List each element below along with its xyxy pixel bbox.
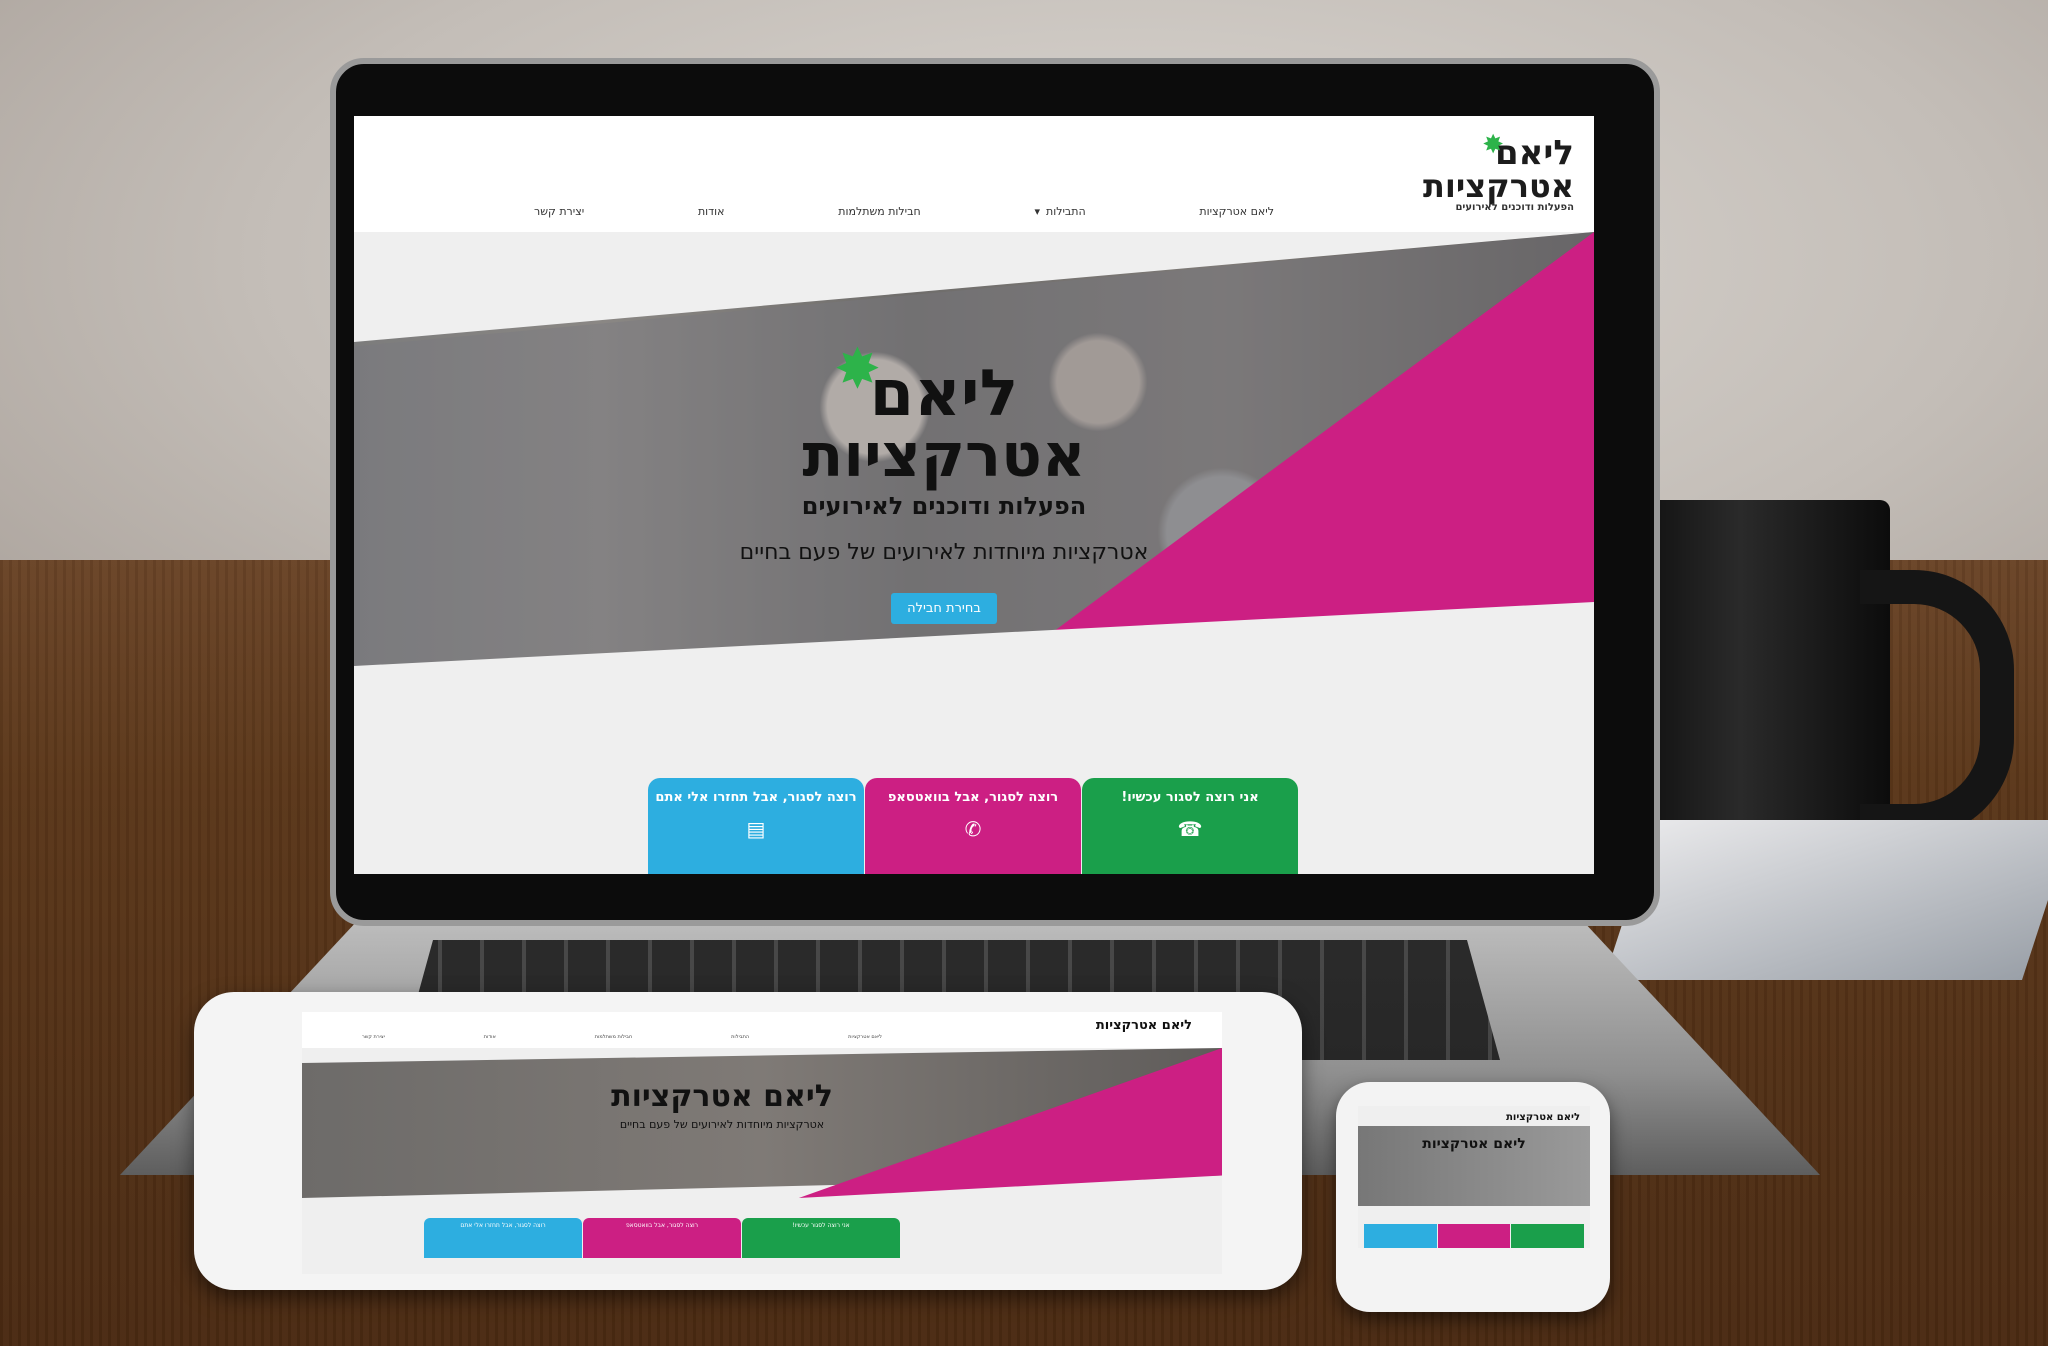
tablet-nav-item[interactable]: ליאם אטרקציות [848, 1034, 882, 1040]
site-header: ✸ ליאם אטרקציות הפעלות ודוכנים לאירועים … [354, 116, 1594, 232]
tablet-call-now-cta[interactable]: אני רוצה לסגור עכשיו! [742, 1218, 900, 1258]
phone-screen: ליאם אטרקציות ליאם אטרקציות [1358, 1106, 1590, 1248]
whatsapp-icon: ✆ [964, 817, 982, 841]
site-logo[interactable]: ✸ ליאם אטרקציות הפעלות ודוכנים לאירועים [1422, 130, 1574, 221]
nav-item-home[interactable]: ליאם אטרקציות [1199, 196, 1274, 226]
whatsapp-cta-label: רוצה לסגור, אבל בוואטסאפ [887, 790, 1059, 805]
logo-line2: אטרקציות [1422, 167, 1574, 205]
tablet-nav-item[interactable]: חבילות משתלמות [595, 1034, 632, 1040]
whatsapp-cta-button[interactable]: רוצה לסגור, אבל בוואטסאפ ✆ [865, 778, 1081, 874]
call-now-cta-label: אני רוצה לסגור עכשיו! [1121, 790, 1259, 805]
magazine [1604, 820, 2048, 980]
tablet-callback-cta[interactable]: רוצה לסגור, אבל תחזרו אלי אתם [424, 1218, 582, 1258]
tablet-screen: ליאם אטרקציות ליאם אטרקציות התבילות חביל… [302, 1012, 1222, 1274]
callback-cta-button[interactable]: רוצה לסגור, אבל תחזרו אלי אתם ▤ [648, 778, 864, 874]
tablet-nav-item[interactable]: אודות [484, 1034, 496, 1040]
tablet-header: ליאם אטרקציות ליאם אטרקציות התבילות חביל… [302, 1012, 1222, 1048]
hero-subtitle: אטרקציות מיוחדות לאירועים של פעם בחיים [739, 540, 1149, 565]
hero-content: ליאם אטרקציות הפעלות ודוכנים לאירועים אט… [684, 362, 1204, 624]
mug-handle [1860, 570, 2014, 838]
tablet-logo[interactable]: ליאם אטרקציות [1096, 1018, 1192, 1033]
hero-logo-line1: ליאם [869, 357, 1019, 431]
logo-star-icon: ✸ [1482, 130, 1504, 160]
tablet-cta-row: רוצה לסגור, אבל תחזרו אלי אתם רוצה לסגור… [424, 1218, 904, 1258]
choose-package-button[interactable]: בחירת חבילה [891, 593, 997, 624]
tablet-nav: ליאם אטרקציות התבילות חבילות משתלמות אוד… [362, 1034, 882, 1040]
main-nav: ליאם אטרקציות התבילות ▾ חבילות משתלמות או… [354, 196, 1414, 226]
tablet-hero-subtitle: אטרקציות מיוחדות לאירועים של פעם בחיים [619, 1118, 825, 1131]
phone-callback-cta[interactable] [1364, 1224, 1437, 1248]
hero-logo-line2: אטרקציות [802, 421, 1086, 491]
nav-item-packages[interactable]: התבילות ▾ [1034, 196, 1085, 226]
chevron-down-icon: ▾ [1034, 204, 1040, 218]
hero-section: ✸ ליאם אטרקציות הפעלות ודוכנים לאירועים … [354, 232, 1594, 762]
phone-call-now-cta[interactable] [1511, 1224, 1585, 1248]
form-icon: ▤ [746, 817, 766, 841]
laptop-screen: ✸ ליאם אטרקציות הפעלות ודוכנים לאירועים … [354, 116, 1594, 874]
nav-item-contact[interactable]: יצירת קשר [534, 196, 584, 226]
tablet-whatsapp-cta[interactable]: רוצה לסגור, אבל בוואטסאפ [583, 1218, 741, 1258]
hero-tagline: הפעלות ודוכנים לאירועים [801, 492, 1087, 520]
phone-logo[interactable]: ליאם אטרקציות [1506, 1112, 1580, 1123]
callback-cta-label: רוצה לסגור, אבל תחזרו אלי אתם [655, 790, 857, 805]
phone-whatsapp-cta[interactable] [1437, 1224, 1511, 1248]
tablet-nav-item[interactable]: יצירת קשר [362, 1034, 385, 1040]
nav-item-deals[interactable]: חבילות משתלמות [838, 196, 920, 226]
nav-item-about[interactable]: אודות [698, 196, 725, 226]
tablet-hero-logo: ליאם אטרקציות [611, 1079, 833, 1114]
phone-icon: ☎ [1177, 817, 1203, 841]
phone-cta-row [1364, 1224, 1585, 1248]
tablet-hero-text: ליאם אטרקציות אטרקציות מיוחדות לאירועים … [572, 1079, 872, 1132]
tablet-nav-item[interactable]: התבילות [731, 1034, 749, 1040]
cta-row: רוצה לסגור, אבל תחזרו אלי אתם ▤ רוצה לסג… [648, 778, 1298, 874]
phone-hero-text: ליאם אטרקציות [1422, 1136, 1526, 1152]
call-now-cta-button[interactable]: אני רוצה לסגור עכשיו! ☎ [1082, 778, 1298, 874]
